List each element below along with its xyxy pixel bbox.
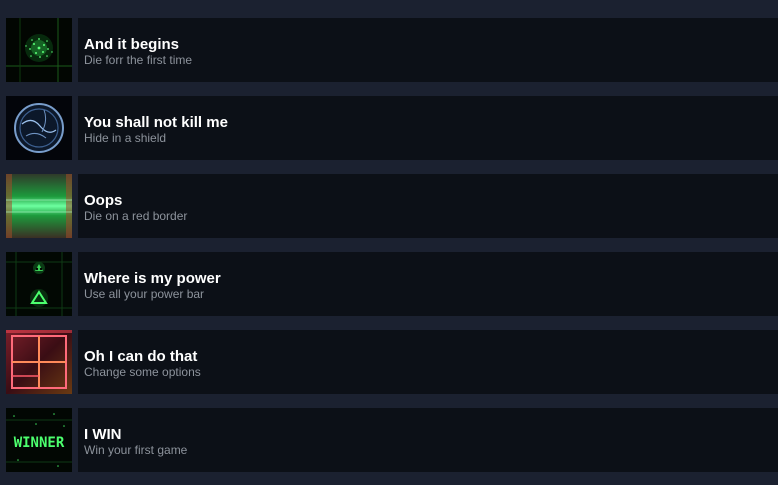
green-particle-burst-icon [6,18,72,82]
winner-text-icon: WINNER [6,408,72,472]
svg-text:WINNER: WINNER [14,435,65,451]
achievement-description: Die on a red border [84,209,188,223]
achievement-title: Oh I can do that [84,348,198,365]
achievement-title: Where is my power [84,270,221,287]
achievement-description: Win your first game [84,443,188,457]
achievement-description: Use all your power bar [84,287,205,301]
achievement-row[interactable]: Where is my power Use all your power bar [0,252,778,316]
green-glow-border-icon [6,174,72,238]
achievement-row[interactable]: WINNER I WIN Win your first game [0,408,778,472]
achievement-panel: Where is my power Use all your power bar [78,252,778,316]
achievements-list: And it begins Die forr the first time Yo… [0,0,778,485]
red-grid-options-icon [6,330,72,394]
achievement-panel: Oops Die on a red border [78,174,778,238]
green-triangle-ship-icon [6,252,72,316]
achievement-row[interactable]: You shall not kill me Hide in a shield [0,96,778,160]
achievement-panel: I WIN Win your first game [78,408,778,472]
achievement-title: You shall not kill me [84,114,228,131]
blue-shield-orb-icon [6,96,72,160]
achievement-row[interactable]: Oh I can do that Change some options [0,330,778,394]
achievement-description: Change some options [84,365,201,379]
achievement-title: And it begins [84,36,179,53]
achievement-description: Die forr the first time [84,53,193,67]
achievement-panel: Oh I can do that Change some options [78,330,778,394]
achievement-panel: And it begins Die forr the first time [78,18,778,82]
achievement-row[interactable]: Oops Die on a red border [0,174,778,238]
achievement-title: Oops [84,192,123,209]
achievement-row[interactable]: And it begins Die forr the first time [0,18,778,82]
achievement-title: I WIN [84,426,122,443]
achievement-description: Hide in a shield [84,131,167,145]
achievement-panel: You shall not kill me Hide in a shield [78,96,778,160]
